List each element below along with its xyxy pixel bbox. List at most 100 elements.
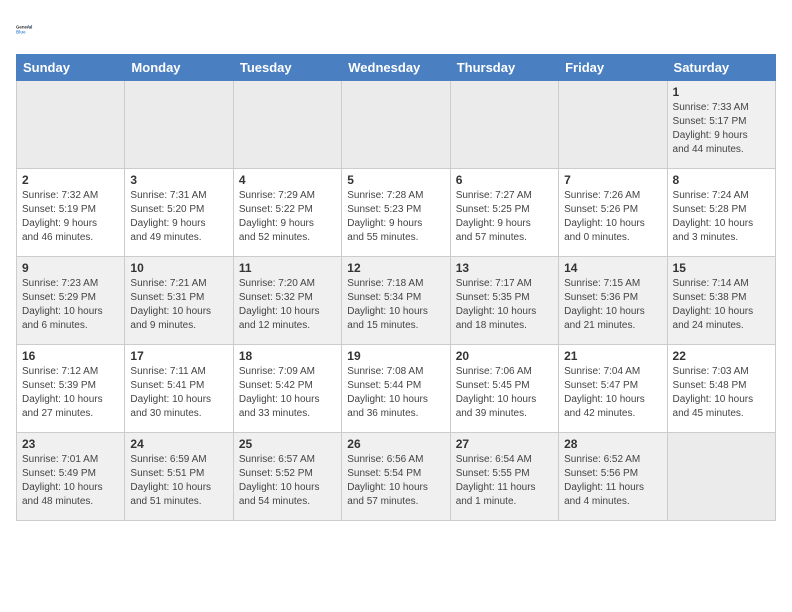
logo: General Blue <box>16 16 44 44</box>
day-number: 17 <box>130 349 227 363</box>
weekday-header: Wednesday <box>342 55 450 81</box>
svg-text:General: General <box>16 25 32 30</box>
calendar-cell <box>342 81 450 169</box>
day-info: Sunrise: 7:20 AM Sunset: 5:32 PM Dayligh… <box>239 277 336 333</box>
calendar-cell: 26 Sunrise: 6:56 AM Sunset: 5:54 PM Dayli… <box>342 433 450 521</box>
calendar-cell <box>667 433 775 521</box>
day-info: Sunrise: 6:59 AM Sunset: 5:51 PM Dayligh… <box>130 453 227 509</box>
day-info: Sunrise: 7:01 AM Sunset: 5:49 PM Dayligh… <box>22 453 119 509</box>
calendar-cell <box>233 81 341 169</box>
day-info: Sunrise: 7:33 AM Sunset: 5:17 PM Dayligh… <box>673 101 770 157</box>
day-info: Sunrise: 6:57 AM Sunset: 5:52 PM Dayligh… <box>239 453 336 509</box>
day-info: Sunrise: 7:21 AM Sunset: 5:31 PM Dayligh… <box>130 277 227 333</box>
day-number: 10 <box>130 261 227 275</box>
calendar-cell <box>17 81 125 169</box>
day-info: Sunrise: 7:32 AM Sunset: 5:19 PM Dayligh… <box>22 189 119 245</box>
day-info: Sunrise: 7:18 AM Sunset: 5:34 PM Dayligh… <box>347 277 444 333</box>
svg-text:Blue: Blue <box>16 29 26 34</box>
day-info: Sunrise: 7:17 AM Sunset: 5:35 PM Dayligh… <box>456 277 553 333</box>
calendar-cell: 25 Sunrise: 6:57 AM Sunset: 5:52 PM Dayli… <box>233 433 341 521</box>
day-number: 20 <box>456 349 553 363</box>
logo-icon: General Blue <box>16 16 44 44</box>
day-number: 2 <box>22 173 119 187</box>
page-header: General Blue <box>16 16 776 44</box>
day-number: 12 <box>347 261 444 275</box>
day-number: 23 <box>22 437 119 451</box>
weekday-header: Friday <box>559 55 667 81</box>
day-number: 11 <box>239 261 336 275</box>
weekday-header: Saturday <box>667 55 775 81</box>
day-number: 5 <box>347 173 444 187</box>
calendar-cell: 23 Sunrise: 7:01 AM Sunset: 5:49 PM Dayli… <box>17 433 125 521</box>
day-number: 15 <box>673 261 770 275</box>
calendar-cell: 20 Sunrise: 7:06 AM Sunset: 5:45 PM Dayli… <box>450 345 558 433</box>
day-number: 28 <box>564 437 661 451</box>
day-info: Sunrise: 7:03 AM Sunset: 5:48 PM Dayligh… <box>673 365 770 421</box>
calendar-cell: 8 Sunrise: 7:24 AM Sunset: 5:28 PM Daylig… <box>667 169 775 257</box>
day-info: Sunrise: 7:11 AM Sunset: 5:41 PM Dayligh… <box>130 365 227 421</box>
weekday-header: Tuesday <box>233 55 341 81</box>
day-number: 8 <box>673 173 770 187</box>
calendar-cell: 9 Sunrise: 7:23 AM Sunset: 5:29 PM Daylig… <box>17 257 125 345</box>
weekday-header: Thursday <box>450 55 558 81</box>
day-number: 13 <box>456 261 553 275</box>
day-number: 25 <box>239 437 336 451</box>
day-number: 19 <box>347 349 444 363</box>
day-number: 4 <box>239 173 336 187</box>
calendar-cell <box>125 81 233 169</box>
calendar-cell: 7Sunrise: 7:26 AM Sunset: 5:26 PM Daylig… <box>559 169 667 257</box>
day-number: 27 <box>456 437 553 451</box>
day-number: 16 <box>22 349 119 363</box>
calendar-cell: 17 Sunrise: 7:11 AM Sunset: 5:41 PM Dayli… <box>125 345 233 433</box>
day-info: Sunrise: 7:29 AM Sunset: 5:22 PM Dayligh… <box>239 189 336 245</box>
calendar-cell <box>450 81 558 169</box>
calendar-cell: 2 Sunrise: 7:32 AM Sunset: 5:19 PM Daylig… <box>17 169 125 257</box>
day-number: 21 <box>564 349 661 363</box>
day-number: 24 <box>130 437 227 451</box>
calendar-cell <box>559 81 667 169</box>
calendar-cell: 14Sunrise: 7:15 AM Sunset: 5:36 PM Dayli… <box>559 257 667 345</box>
day-info: Sunrise: 7:14 AM Sunset: 5:38 PM Dayligh… <box>673 277 770 333</box>
weekday-header: Sunday <box>17 55 125 81</box>
day-info: Sunrise: 7:08 AM Sunset: 5:44 PM Dayligh… <box>347 365 444 421</box>
calendar-cell: 27 Sunrise: 6:54 AM Sunset: 5:55 PM Dayli… <box>450 433 558 521</box>
calendar-cell: 24 Sunrise: 6:59 AM Sunset: 5:51 PM Dayli… <box>125 433 233 521</box>
day-info: Sunrise: 6:56 AM Sunset: 5:54 PM Dayligh… <box>347 453 444 509</box>
calendar-cell: 4 Sunrise: 7:29 AM Sunset: 5:22 PM Daylig… <box>233 169 341 257</box>
calendar-cell: 11 Sunrise: 7:20 AM Sunset: 5:32 PM Dayli… <box>233 257 341 345</box>
day-info: Sunrise: 7:06 AM Sunset: 5:45 PM Dayligh… <box>456 365 553 421</box>
day-number: 9 <box>22 261 119 275</box>
day-info: Sunrise: 7:26 AM Sunset: 5:26 PM Dayligh… <box>564 189 661 245</box>
calendar-cell: 10 Sunrise: 7:21 AM Sunset: 5:31 PM Dayli… <box>125 257 233 345</box>
day-info: Sunrise: 7:27 AM Sunset: 5:25 PM Dayligh… <box>456 189 553 245</box>
day-number: 1 <box>673 85 770 99</box>
calendar-cell: 28 Sunrise: 6:52 AM Sunset: 5:56 PM Dayli… <box>559 433 667 521</box>
day-number: 22 <box>673 349 770 363</box>
day-info: Sunrise: 6:54 AM Sunset: 5:55 PM Dayligh… <box>456 453 553 509</box>
day-info: Sunrise: 7:15 AM Sunset: 5:36 PM Dayligh… <box>564 277 661 333</box>
day-info: Sunrise: 7:04 AM Sunset: 5:47 PM Dayligh… <box>564 365 661 421</box>
day-number: 26 <box>347 437 444 451</box>
day-info: Sunrise: 7:12 AM Sunset: 5:39 PM Dayligh… <box>22 365 119 421</box>
day-number: 18 <box>239 349 336 363</box>
calendar-cell: 18 Sunrise: 7:09 AM Sunset: 5:42 PM Dayli… <box>233 345 341 433</box>
weekday-header: Monday <box>125 55 233 81</box>
day-info: Sunrise: 7:28 AM Sunset: 5:23 PM Dayligh… <box>347 189 444 245</box>
calendar-cell: 1 Sunrise: 7:33 AM Sunset: 5:17 PM Daylig… <box>667 81 775 169</box>
calendar-cell: 21 Sunrise: 7:04 AM Sunset: 5:47 PM Dayli… <box>559 345 667 433</box>
calendar-cell: 13 Sunrise: 7:17 AM Sunset: 5:35 PM Dayli… <box>450 257 558 345</box>
day-number: 6 <box>456 173 553 187</box>
calendar-cell: 12 Sunrise: 7:18 AM Sunset: 5:34 PM Dayli… <box>342 257 450 345</box>
calendar-cell: 6 Sunrise: 7:27 AM Sunset: 5:25 PM Daylig… <box>450 169 558 257</box>
calendar-cell: 3 Sunrise: 7:31 AM Sunset: 5:20 PM Daylig… <box>125 169 233 257</box>
day-info: Sunrise: 7:24 AM Sunset: 5:28 PM Dayligh… <box>673 189 770 245</box>
calendar-cell: 22 Sunrise: 7:03 AM Sunset: 5:48 PM Dayli… <box>667 345 775 433</box>
calendar-table: SundayMondayTuesdayWednesdayThursdayFrid… <box>16 54 776 521</box>
day-info: Sunrise: 7:31 AM Sunset: 5:20 PM Dayligh… <box>130 189 227 245</box>
calendar-cell: 5 Sunrise: 7:28 AM Sunset: 5:23 PM Daylig… <box>342 169 450 257</box>
day-number: 3 <box>130 173 227 187</box>
day-info: Sunrise: 7:23 AM Sunset: 5:29 PM Dayligh… <box>22 277 119 333</box>
day-info: Sunrise: 7:09 AM Sunset: 5:42 PM Dayligh… <box>239 365 336 421</box>
day-info: Sunrise: 6:52 AM Sunset: 5:56 PM Dayligh… <box>564 453 661 509</box>
calendar-cell: 16 Sunrise: 7:12 AM Sunset: 5:39 PM Dayli… <box>17 345 125 433</box>
